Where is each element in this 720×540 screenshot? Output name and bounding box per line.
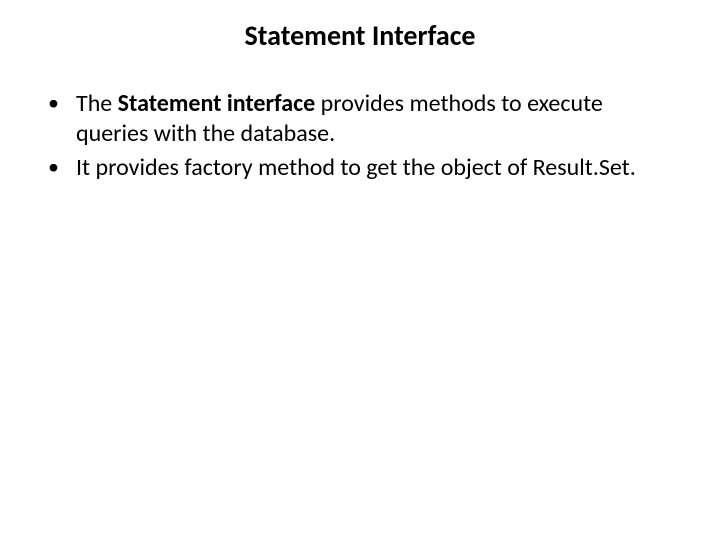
- bullet-prefix: The: [76, 89, 118, 118]
- slide-title: Statement Interface: [80, 18, 640, 53]
- bullet-suffix: It provides factory method to get the ob…: [76, 153, 636, 182]
- content-area: The Statement interface provides methods…: [40, 89, 680, 183]
- list-item: It provides factory method to get the ob…: [48, 153, 680, 183]
- bullet-list: The Statement interface provides methods…: [48, 89, 680, 183]
- list-item: The Statement interface provides methods…: [48, 89, 680, 149]
- bullet-bold: Statement interface: [118, 89, 316, 118]
